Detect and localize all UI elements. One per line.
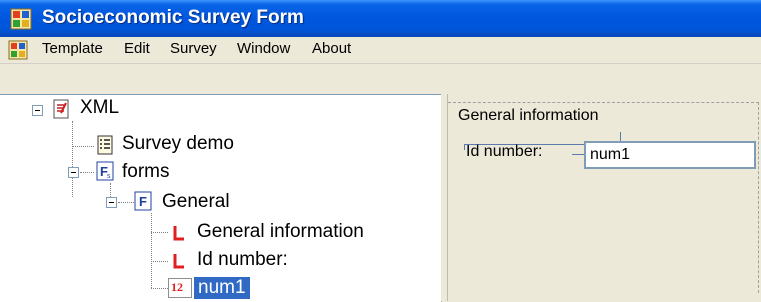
forms-icon: F s [96,161,114,181]
collapse-toggle[interactable] [68,167,79,178]
form-icon: F [134,191,152,211]
connector-line [572,154,584,155]
tree-item-general[interactable]: General [162,191,230,213]
num1-input[interactable] [584,141,756,169]
tree-line [72,146,94,147]
number-field-icon: 12 [168,278,192,298]
title-bar[interactable]: Socioeconomic Survey Form [0,0,761,37]
svg-text:s: s [107,173,111,180]
tree-line [72,121,73,197]
xml-file-icon [53,99,69,119]
tree-line [80,172,94,173]
menu-survey[interactable]: Survey [168,40,219,57]
id-number-label: Id number: [466,143,543,160]
tree-line [118,202,134,203]
tree-line [151,232,168,233]
menu-template[interactable]: Template [40,40,105,57]
tree-line [151,261,168,262]
label-icon [173,226,184,241]
survey-tree[interactable]: XML Survey demo F s forms F General Gene… [0,94,442,302]
menu-about[interactable]: About [310,40,353,57]
connector-line [464,144,465,150]
tree-item-general-information[interactable]: General information [197,221,364,243]
tree-item-xml[interactable]: XML [80,97,119,119]
tree-line [151,288,168,289]
tree-item-num1[interactable]: num1 [194,277,250,299]
tree-item-id-number[interactable]: Id number: [197,249,288,271]
app-menu-icon[interactable] [8,40,28,60]
menu-edit[interactable]: Edit [122,40,152,57]
label-icon [173,254,184,269]
svg-text:F: F [139,194,147,209]
collapse-toggle[interactable] [32,105,43,116]
tree-item-forms[interactable]: forms [122,161,170,183]
group-label: General information [458,107,599,125]
app-icon [10,8,32,30]
form-preview-panel: General information Id number: [447,94,761,301]
window-title: Socioeconomic Survey Form [42,7,304,28]
survey-icon [97,135,113,155]
preview-frame [448,102,759,293]
menu-window[interactable]: Window [235,40,292,57]
tree-line [151,213,152,288]
tree-item-survey-demo[interactable]: Survey demo [122,133,234,155]
menu-bar: Template Edit Survey Window About [0,37,761,64]
collapse-toggle[interactable] [106,197,117,208]
